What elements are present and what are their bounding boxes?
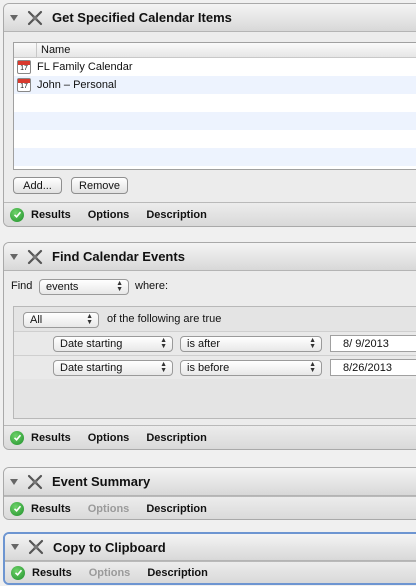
table-row[interactable]: 17 FL Family Calendar — [14, 58, 416, 76]
action-footer: Results Options Description — [4, 202, 416, 226]
action-footer: Results Options Description — [4, 496, 416, 519]
find-type-value: events — [46, 281, 79, 293]
operator-popup[interactable]: is before ▲ ▼ — [180, 360, 322, 376]
action-title-bar[interactable]: Event Summary — [4, 468, 416, 496]
options-tab: Options — [88, 566, 131, 579]
options-tab: Options — [87, 502, 130, 515]
disclosure-triangle-icon[interactable] — [10, 478, 18, 485]
criteria-box: All ▲ ▼ of the following are true Date st… — [13, 306, 416, 419]
description-tab[interactable]: Description — [147, 567, 208, 579]
options-tab[interactable]: Options — [88, 432, 130, 444]
action-title: Copy to Clipboard — [53, 539, 166, 555]
operator-value: is before — [187, 362, 230, 374]
criteria-row: Date starting ▲ ▼ is after ▲ ▼ 8/ 9/2013 — [14, 331, 416, 355]
description-tab[interactable]: Description — [146, 209, 207, 221]
table-row-empty — [14, 94, 416, 112]
date-field[interactable]: 8/ 9/2013 — [330, 335, 416, 352]
table-row-empty — [14, 148, 416, 166]
checkmark-icon — [10, 501, 24, 516]
operator-popup[interactable]: is after ▲ ▼ — [180, 336, 322, 352]
automator-robot-icon — [27, 249, 43, 264]
automator-robot-icon — [28, 539, 44, 555]
name-column-header[interactable]: Name — [37, 44, 70, 56]
match-value: All — [30, 314, 43, 326]
calendar-icon: 17 — [17, 60, 31, 74]
remove-button[interactable]: Remove — [71, 177, 128, 194]
results-tab[interactable]: Results — [32, 567, 72, 579]
action-copy-to-clipboard: Copy to Clipboard Results Options Descri… — [3, 532, 416, 585]
action-get-calendar-items: Get Specified Calendar Items Name 17 FL … — [3, 3, 416, 227]
field-value: Date starting — [60, 338, 123, 350]
action-title: Event Summary — [52, 474, 151, 489]
disclosure-triangle-icon[interactable] — [10, 14, 18, 21]
automator-robot-icon — [27, 10, 43, 25]
match-popup[interactable]: All ▲ ▼ — [23, 312, 99, 328]
disclosure-triangle-icon[interactable] — [11, 544, 19, 550]
results-tab[interactable]: Results — [31, 432, 71, 444]
calendar-icon: 17 — [17, 78, 31, 92]
table-header: Name — [14, 43, 416, 58]
calendar-name: John – Personal — [37, 79, 117, 91]
checkmark-icon — [10, 207, 24, 222]
action-title-bar[interactable]: Get Specified Calendar Items — [4, 4, 416, 32]
action-title-bar[interactable]: Copy to Clipboard — [5, 534, 416, 561]
action-title: Find Calendar Events — [52, 249, 185, 264]
action-title-bar[interactable]: Find Calendar Events — [4, 243, 416, 271]
criteria-row: Date starting ▲ ▼ is before ▲ ▼ 8/26/2013 — [14, 355, 416, 379]
options-tab[interactable]: Options — [88, 209, 130, 221]
field-popup[interactable]: Date starting ▲ ▼ — [53, 360, 173, 376]
results-tab[interactable]: Results — [31, 503, 71, 515]
operator-value: is after — [187, 338, 221, 350]
popup-arrows-icon: ▲ ▼ — [116, 280, 123, 293]
find-label: Find — [11, 280, 33, 292]
automator-robot-icon — [27, 474, 43, 489]
popup-arrows-icon: ▲ ▼ — [86, 313, 93, 326]
checkmark-icon — [11, 565, 25, 580]
add-button[interactable]: Add... — [13, 177, 62, 194]
checkmark-icon — [10, 430, 24, 445]
action-title: Get Specified Calendar Items — [52, 10, 232, 25]
date-field[interactable]: 8/26/2013 — [330, 359, 416, 376]
action-find-calendar-events: Find Calendar Events Find events ▲ ▼ wher… — [3, 242, 416, 450]
table-row-empty — [14, 130, 416, 148]
action-footer: Results Options Description — [4, 425, 416, 449]
action-footer: Results Options Description — [5, 561, 416, 583]
results-tab[interactable]: Results — [31, 209, 71, 221]
icon-column-header[interactable] — [14, 43, 37, 57]
table-row[interactable]: 17 John – Personal — [14, 76, 416, 94]
find-type-popup[interactable]: events ▲ ▼ — [39, 279, 129, 295]
popup-arrows-icon: ▲ ▼ — [160, 337, 167, 350]
where-label: where: — [135, 280, 169, 292]
field-value: Date starting — [60, 362, 123, 374]
field-popup[interactable]: Date starting ▲ ▼ — [53, 336, 173, 352]
calendar-name: FL Family Calendar — [37, 61, 133, 73]
description-tab[interactable]: Description — [146, 503, 207, 515]
table-row-empty — [14, 112, 416, 130]
action-event-summary: Event Summary Results Options Descriptio… — [3, 467, 416, 520]
disclosure-triangle-icon[interactable] — [10, 253, 18, 260]
popup-arrows-icon: ▲ ▼ — [309, 361, 316, 374]
description-tab[interactable]: Description — [146, 432, 207, 444]
calendar-list-table[interactable]: Name 17 FL Family Calendar 17 John – Per… — [13, 42, 416, 170]
popup-arrows-icon: ▲ ▼ — [160, 361, 167, 374]
match-suffix-label: of the following are true — [107, 313, 222, 325]
popup-arrows-icon: ▲ ▼ — [309, 337, 316, 350]
